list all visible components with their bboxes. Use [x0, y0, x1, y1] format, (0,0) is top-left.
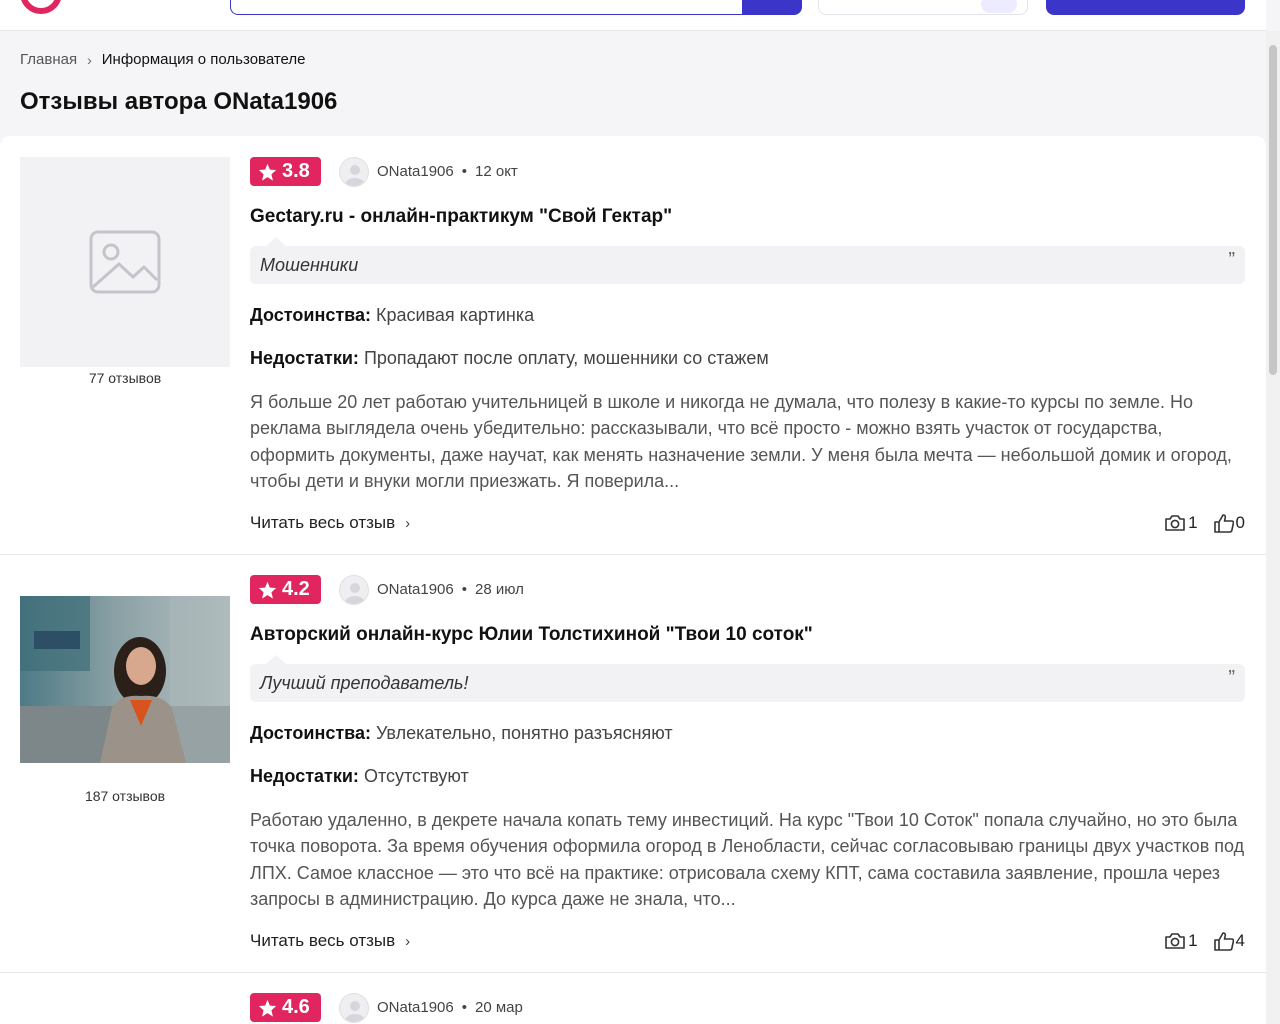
rating-value: 3.8 [282, 160, 310, 182]
user-icon [345, 165, 365, 186]
read-full-review-link[interactable]: Читать весь отзыв › [250, 513, 410, 533]
placeholder-image-icon [89, 230, 161, 294]
review-pros: Достоинства: Увлекательно, понятно разъя… [250, 723, 673, 744]
review-date: 20 мар [475, 999, 523, 1016]
review-stats: 1 0 [1164, 513, 1245, 533]
review-title-link[interactable]: Авторский онлайн-курс Юлии Толстихиной "… [250, 624, 813, 646]
review-body: Работаю удаленно, в декрете начала копат… [250, 810, 1245, 909]
author-name[interactable]: ONata1906 [377, 999, 454, 1016]
thumbs-up-icon [1213, 931, 1234, 951]
meta-dot: • [461, 581, 467, 598]
review-body: Я больше 20 лет работаю учительницей в ш… [250, 392, 1232, 491]
read-more-label: Читать весь отзыв [250, 931, 396, 950]
cons-label: Недостатки: [250, 348, 359, 368]
camera-icon [1165, 515, 1185, 531]
rating-value: 4.6 [282, 996, 310, 1018]
photos-counter[interactable]: 1 [1164, 931, 1198, 951]
review-meta: ONata1906 • 28 июл [377, 581, 524, 598]
rating-badge: 3.8 [250, 157, 321, 186]
review-card: 77 отзывов 3.8 ONata1906 • 12 окт Gectar… [0, 136, 1266, 555]
product-review-count[interactable]: 77 отзывов [20, 370, 230, 386]
search-input[interactable] [230, 0, 744, 15]
search-button[interactable] [742, 0, 802, 15]
page-scrollbar[interactable] [1266, 31, 1280, 1024]
like-button[interactable]: 4 [1213, 931, 1245, 951]
site-logo[interactable] [20, 0, 62, 14]
user-icon [345, 583, 365, 604]
rating-badge: 4.2 [250, 575, 321, 604]
photos-count: 1 [1188, 513, 1198, 532]
page-title: Отзывы автора ONata1906 [20, 88, 338, 115]
review-date: 12 окт [475, 163, 518, 180]
cons-label: Недостатки: [250, 766, 359, 786]
meta-dot: • [461, 163, 467, 180]
review-stats: 1 4 [1164, 931, 1245, 951]
breadcrumb: Главная › Информация о пользователе [20, 51, 306, 68]
site-header [0, 0, 1266, 31]
read-full-review-link[interactable]: Читать весь отзыв › [250, 931, 410, 951]
author-name[interactable]: ONata1906 [377, 581, 454, 598]
read-more-label: Читать весь отзыв [250, 513, 396, 532]
breadcrumb-home-link[interactable]: Главная [20, 51, 77, 68]
likes-count: 4 [1235, 931, 1245, 950]
review-title-link[interactable]: Gectary.ru - онлайн-практикум "Свой Гект… [250, 206, 672, 228]
pros-text: Красивая картинка [376, 305, 535, 325]
quote-text: Лучший преподаватель! [260, 673, 469, 693]
product-image[interactable] [20, 157, 230, 367]
rating-value: 4.2 [282, 578, 310, 600]
review-card: 187 отзывов 4.2 ONata1906 • 28 июл Автор… [0, 555, 1266, 973]
pros-text: Увлекательно, понятно разъясняют [376, 723, 673, 743]
meta-dot: • [461, 999, 467, 1016]
review-summary-quote: Мошенники ” [250, 237, 1245, 284]
review-pros: Достоинства: Красивая картинка [250, 305, 534, 326]
scrollbar-thumb[interactable] [1269, 45, 1277, 375]
photos-counter[interactable]: 1 [1164, 513, 1198, 533]
like-button[interactable]: 0 [1213, 513, 1245, 533]
review-card: 4.6 ONata1906 • 20 мар [0, 973, 1266, 1024]
chevron-right-icon: › [405, 932, 411, 950]
star-icon [258, 999, 277, 1017]
review-cons: Недостатки: Пропадают после оплату, моше… [250, 348, 769, 369]
author-avatar[interactable] [339, 575, 369, 605]
review-cons: Недостатки: Отсутствуют [250, 766, 469, 787]
product-image[interactable] [20, 596, 230, 763]
quote-text: Мошенники [260, 255, 359, 275]
review-meta: ONata1906 • 12 окт [377, 163, 518, 180]
star-icon [258, 163, 277, 181]
pros-label: Достоинства: [250, 305, 371, 325]
author-avatar[interactable] [339, 993, 369, 1023]
breadcrumb-separator: › [87, 51, 92, 68]
reviews-list: 77 отзывов 3.8 ONata1906 • 12 окт Gectar… [0, 136, 1266, 1024]
thumbs-up-icon [1213, 513, 1234, 533]
author-name[interactable]: ONata1906 [377, 163, 454, 180]
breadcrumb-current: Информация о пользователе [101, 51, 306, 68]
header-chip-button[interactable] [818, 0, 1028, 15]
cons-text: Пропадают после оплату, мошенники со ста… [363, 348, 769, 368]
author-avatar[interactable] [339, 157, 369, 187]
star-icon [258, 581, 277, 599]
review-meta: ONata1906 • 20 мар [377, 999, 523, 1016]
rating-badge: 4.6 [250, 993, 321, 1022]
course-author-photo [20, 596, 230, 763]
likes-count: 0 [1235, 513, 1245, 532]
quote-icon: ” [1228, 249, 1235, 271]
review-date: 28 июл [475, 581, 524, 598]
quote-icon: ” [1228, 667, 1235, 689]
header-cta-button[interactable] [1046, 0, 1245, 15]
cons-text: Отсутствуют [363, 766, 469, 786]
photos-count: 1 [1188, 931, 1198, 950]
review-summary-quote: Лучший преподаватель! ” [250, 655, 1245, 702]
user-icon [345, 1001, 365, 1022]
chip-illustration [981, 0, 1017, 13]
camera-icon [1165, 933, 1185, 949]
pros-label: Достоинства: [250, 723, 371, 743]
chevron-right-icon: › [405, 514, 411, 532]
product-review-count[interactable]: 187 отзывов [20, 788, 230, 804]
